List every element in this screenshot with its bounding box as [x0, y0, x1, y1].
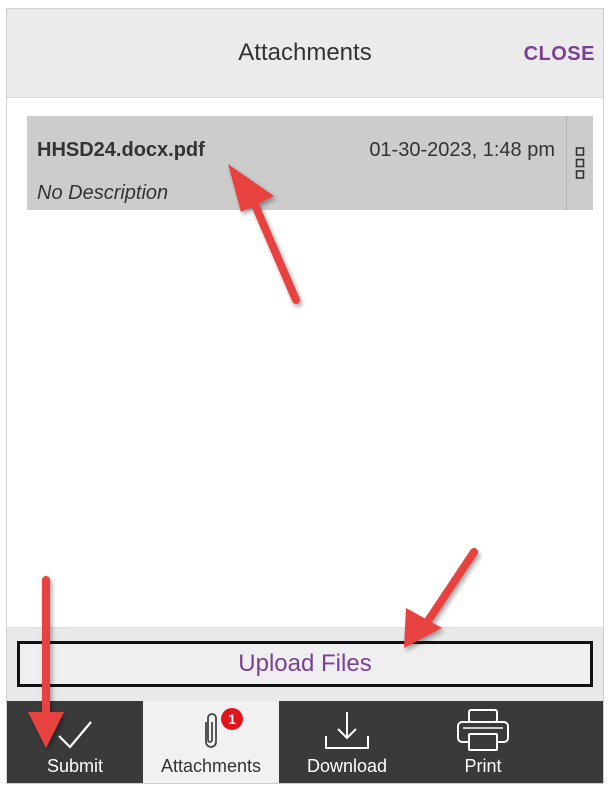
submit-label: Submit	[46, 756, 104, 776]
download-button[interactable]: Download	[279, 701, 415, 783]
print-label: Print	[464, 756, 502, 776]
printer-icon	[457, 709, 509, 751]
download-icon	[325, 712, 369, 749]
print-button[interactable]: Print	[415, 701, 551, 783]
attachment-item[interactable]: HHSD24.docx.pdf 01-30-2023, 1:48 pm No D…	[27, 116, 593, 210]
upload-files-button[interactable]: Upload Files	[17, 641, 593, 687]
attachments-panel: Attachments CLOSE HHSD24.docx.pdf 01-30-…	[6, 8, 604, 784]
vertical-dots-icon	[575, 147, 585, 179]
panel-header: Attachments CLOSE	[7, 9, 603, 98]
checkmark-icon	[58, 721, 92, 749]
submit-button[interactable]: Submit	[7, 701, 143, 783]
attachment-list: HHSD24.docx.pdf 01-30-2023, 1:48 pm No D…	[27, 116, 593, 210]
close-button[interactable]: CLOSE	[524, 43, 595, 66]
attachment-count-badge: 1	[220, 707, 244, 731]
attachment-name[interactable]: HHSD24.docx.pdf	[37, 139, 205, 162]
bottom-toolbar: Submit 1 Attachments Download Print	[7, 701, 603, 783]
attachment-menu-button[interactable]	[566, 116, 593, 210]
download-label: Download	[306, 756, 388, 776]
attachment-date: 01-30-2023, 1:48 pm	[369, 139, 555, 161]
upload-area: Upload Files	[7, 627, 603, 704]
attachment-description: No Description	[37, 182, 169, 204]
attachments-tab[interactable]: 1 Attachments	[143, 701, 279, 783]
attachments-label: Attachments	[160, 756, 262, 776]
panel-title: Attachments	[238, 39, 372, 66]
